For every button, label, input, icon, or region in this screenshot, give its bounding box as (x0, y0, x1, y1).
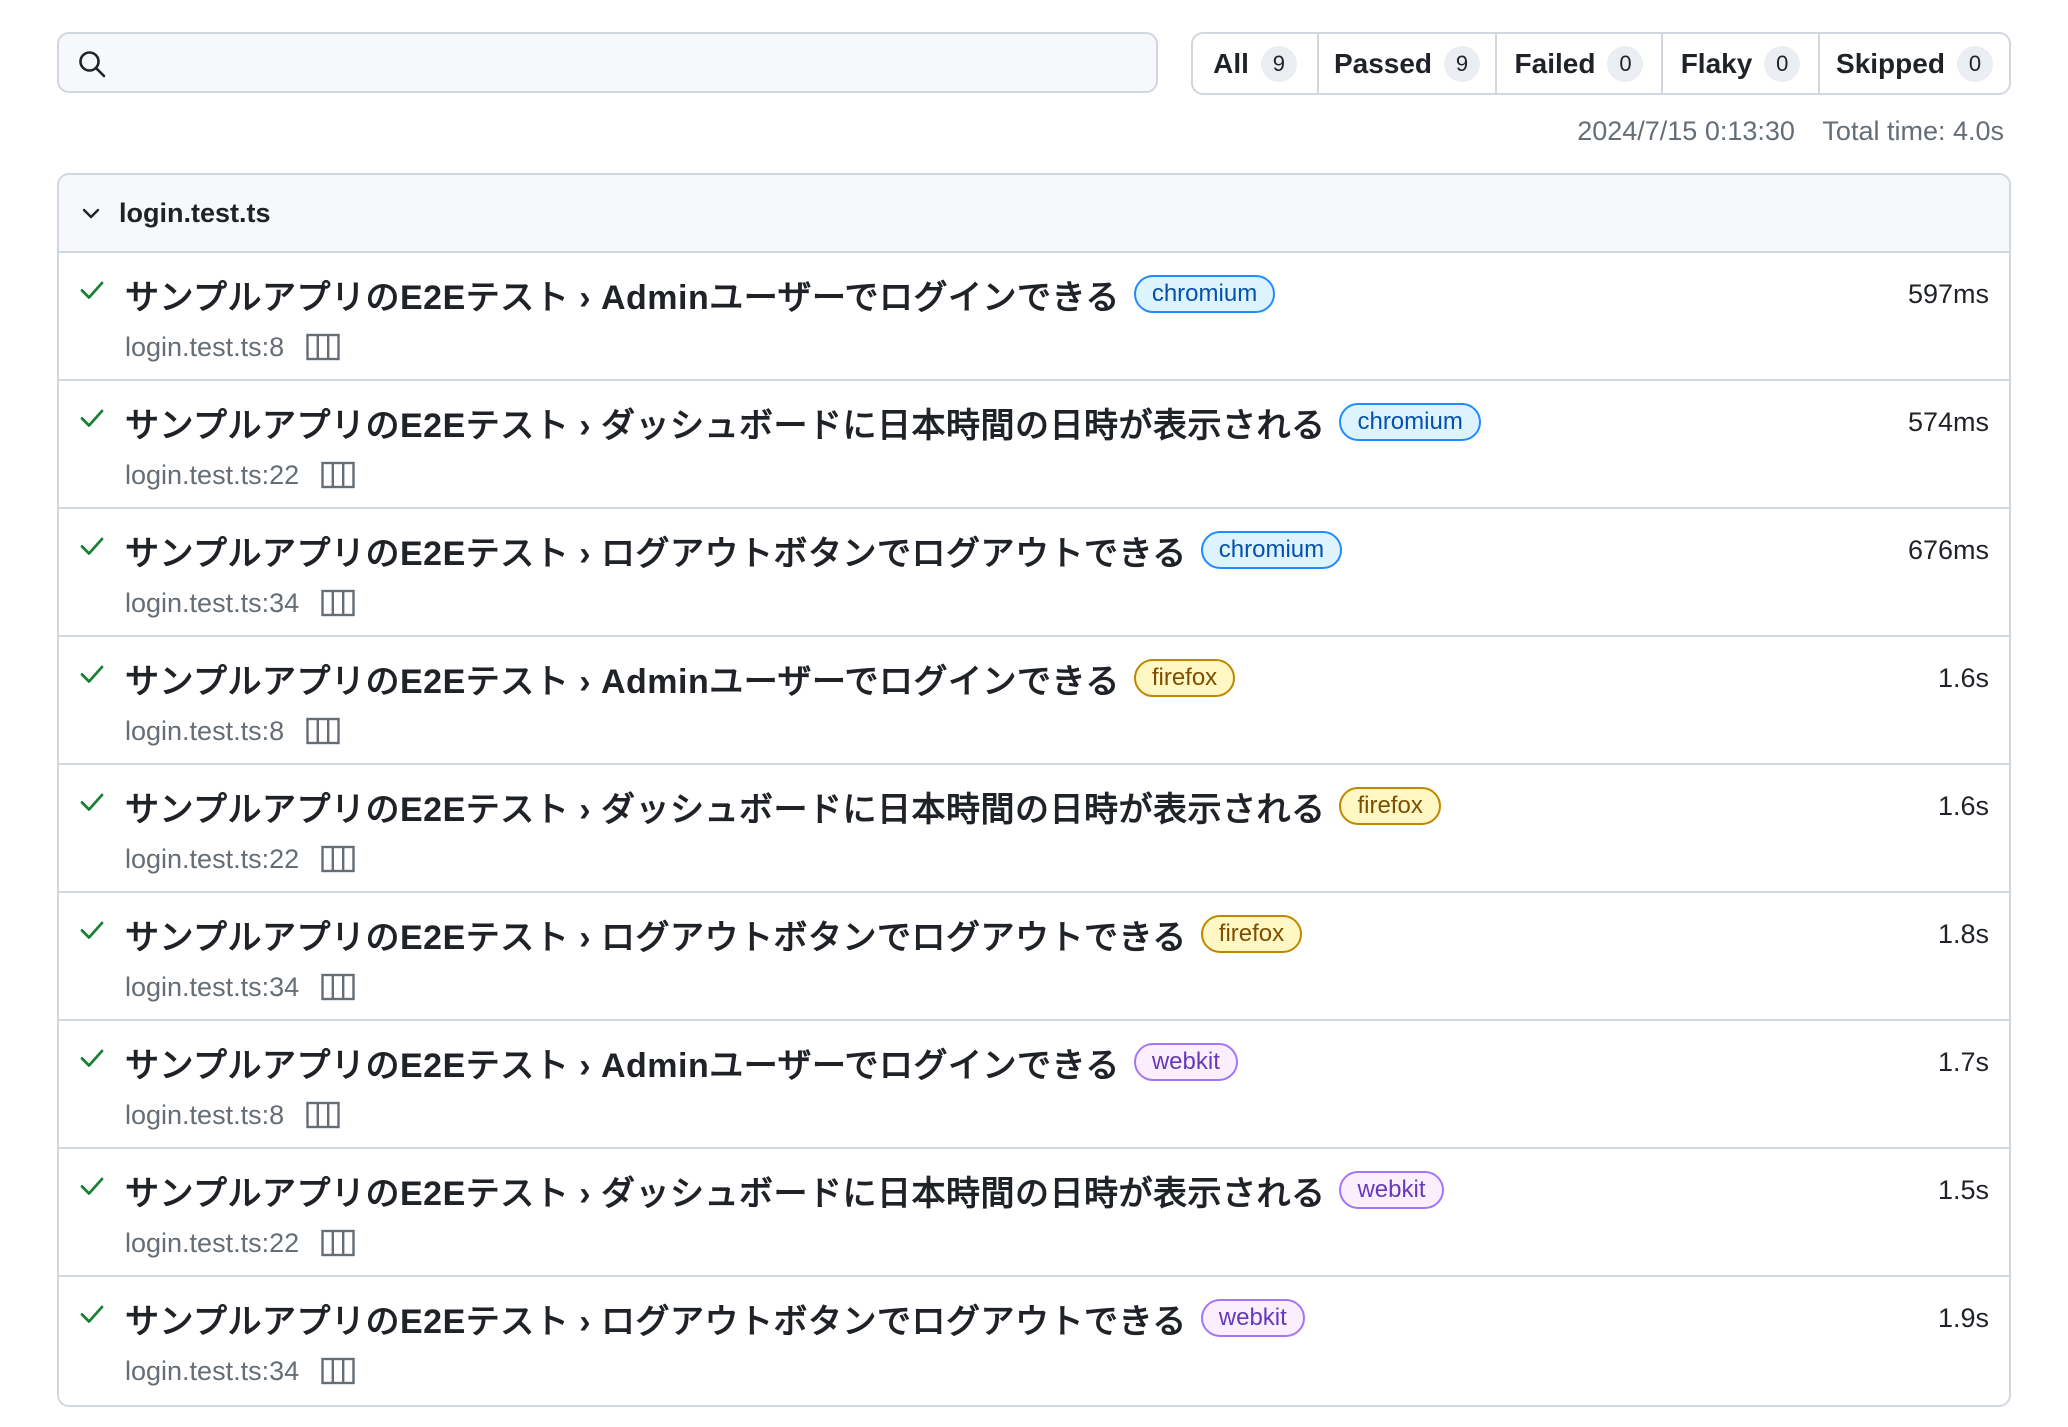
test-location[interactable]: login.test.ts:34 (125, 972, 299, 1003)
total-time: Total time: 4.0s (1822, 116, 2004, 146)
chevron-down-icon (82, 208, 100, 219)
columns-icon[interactable] (321, 973, 355, 1001)
project-tag[interactable]: firefox (1339, 787, 1441, 825)
project-tag[interactable]: webkit (1200, 1299, 1305, 1337)
check-icon (80, 1049, 104, 1067)
project-tag[interactable]: firefox (1133, 659, 1236, 697)
filter-skipped[interactable]: Skipped 0 (1820, 34, 2009, 93)
test-location[interactable]: login.test.ts:8 (125, 716, 284, 747)
filter-passed[interactable]: Passed 9 (1319, 34, 1497, 93)
filter-flaky[interactable]: Flaky 0 (1663, 34, 1820, 93)
check-icon (80, 1177, 104, 1195)
test-title[interactable]: サンプルアプリのE2Eテスト › ログアウトボタンでログアウトできる (125, 1294, 1187, 1343)
test-row[interactable]: サンプルアプリのE2Eテスト › ログアウトボタンでログアウトできる chrom… (59, 509, 2009, 637)
filter-label: Flaky (1680, 47, 1753, 79)
columns-icon[interactable] (321, 589, 355, 617)
test-row[interactable]: サンプルアプリのE2Eテスト › ログアウトボタンでログアウトできる firef… (59, 893, 2009, 1021)
test-title[interactable]: サンプルアプリのE2Eテスト › Adminユーザーでログインできる (125, 1038, 1120, 1087)
columns-icon[interactable] (321, 1357, 355, 1385)
file-name: login.test.ts (119, 197, 271, 228)
test-location[interactable]: login.test.ts:8 (125, 1100, 284, 1131)
report-page: All 9 Passed 9 Failed 0 Flaky 0 Skipped … (0, 0, 2068, 1427)
project-tag[interactable]: chromium (1200, 531, 1343, 569)
file-panel: login.test.ts サンプルアプリのE2Eテスト › Adminユーザー… (57, 173, 2011, 1407)
check-icon (80, 281, 104, 299)
filter-label: Skipped (1836, 47, 1945, 79)
columns-icon[interactable] (321, 1229, 355, 1257)
filter-all[interactable]: All 9 (1193, 34, 1319, 93)
test-title[interactable]: サンプルアプリのE2Eテスト › Adminユーザーでログインできる (125, 654, 1120, 703)
test-title[interactable]: サンプルアプリのE2Eテスト › ダッシュボードに日本時間の日時が表示される (125, 782, 1325, 831)
test-row[interactable]: サンプルアプリのE2Eテスト › ダッシュボードに日本時間の日時が表示される f… (59, 765, 2009, 893)
project-tag[interactable]: chromium (1339, 403, 1481, 441)
test-location[interactable]: login.test.ts:22 (125, 1228, 299, 1259)
check-icon (80, 793, 104, 811)
search-icon (79, 51, 106, 78)
report-timestamp: 2024/7/15 0:13:30 (1577, 116, 1795, 146)
test-row[interactable]: サンプルアプリのE2Eテスト › ダッシュボードに日本時間の日時が表示される w… (59, 1149, 2009, 1277)
test-duration: 1.8s (1937, 919, 1989, 949)
file-header[interactable]: login.test.ts (59, 175, 2009, 253)
test-duration: 597ms (1907, 279, 1989, 309)
test-list: サンプルアプリのE2Eテスト › Adminユーザーでログインできる chrom… (59, 253, 2009, 1405)
check-icon (80, 537, 104, 555)
project-tag[interactable]: chromium (1133, 275, 1276, 313)
test-location[interactable]: login.test.ts:34 (125, 588, 299, 619)
report-meta: 2024/7/15 0:13:30 Total time: 4.0s (1577, 116, 2004, 147)
test-title[interactable]: サンプルアプリのE2Eテスト › ログアウトボタンでログアウトできる (125, 526, 1187, 575)
search-input[interactable] (123, 42, 1147, 85)
columns-icon[interactable] (321, 845, 355, 873)
test-row[interactable]: サンプルアプリのE2Eテスト › ログアウトボタンでログアウトできる webki… (59, 1277, 2009, 1405)
project-tag[interactable]: firefox (1200, 915, 1303, 953)
filter-label: All (1213, 47, 1249, 79)
filter-label: Failed (1514, 47, 1596, 79)
columns-icon[interactable] (321, 461, 355, 489)
test-duration: 676ms (1907, 535, 1989, 565)
filter-failed[interactable]: Failed 0 (1497, 34, 1663, 93)
project-tag[interactable]: webkit (1339, 1171, 1444, 1209)
filter-count: 9 (1260, 45, 1297, 82)
test-row[interactable]: サンプルアプリのE2Eテスト › Adminユーザーでログインできる chrom… (59, 253, 2009, 381)
test-row[interactable]: サンプルアプリのE2Eテスト › Adminユーザーでログインできる webki… (59, 1021, 2009, 1149)
test-row[interactable]: サンプルアプリのE2Eテスト › ダッシュボードに日本時間の日時が表示される c… (59, 381, 2009, 509)
search-box[interactable] (57, 32, 1158, 93)
test-duration: 1.6s (1937, 663, 1989, 693)
filter-count: 0 (1764, 45, 1801, 82)
test-location[interactable]: login.test.ts:34 (125, 1356, 299, 1387)
columns-icon[interactable] (306, 333, 340, 361)
test-title[interactable]: サンプルアプリのE2Eテスト › ダッシュボードに日本時間の日時が表示される (125, 398, 1325, 447)
test-duration: 1.7s (1937, 1047, 1989, 1077)
check-icon (80, 1305, 104, 1323)
check-icon (80, 921, 104, 939)
test-duration: 1.6s (1937, 791, 1989, 821)
columns-icon[interactable] (306, 1101, 340, 1129)
columns-icon[interactable] (306, 717, 340, 745)
test-row[interactable]: サンプルアプリのE2Eテスト › Adminユーザーでログインできる firef… (59, 637, 2009, 765)
filter-count: 0 (1607, 45, 1644, 82)
filter-label: Passed (1333, 47, 1433, 79)
test-location[interactable]: login.test.ts:22 (125, 460, 299, 491)
test-duration: 1.9s (1937, 1303, 1989, 1333)
check-icon (80, 665, 104, 683)
filter-count: 9 (1444, 45, 1481, 82)
test-location[interactable]: login.test.ts:22 (125, 844, 299, 875)
project-tag[interactable]: webkit (1133, 1043, 1238, 1081)
test-duration: 574ms (1907, 407, 1989, 437)
test-location[interactable]: login.test.ts:8 (125, 332, 284, 363)
check-icon (80, 409, 104, 427)
test-duration: 1.5s (1937, 1175, 1989, 1205)
test-title[interactable]: サンプルアプリのE2Eテスト › Adminユーザーでログインできる (125, 270, 1120, 319)
status-filter-tabs: All 9 Passed 9 Failed 0 Flaky 0 Skipped … (1191, 32, 2011, 95)
test-title[interactable]: サンプルアプリのE2Eテスト › ダッシュボードに日本時間の日時が表示される (125, 1166, 1325, 1215)
test-title[interactable]: サンプルアプリのE2Eテスト › ログアウトボタンでログアウトできる (125, 910, 1187, 959)
filter-count: 0 (1956, 45, 1993, 82)
